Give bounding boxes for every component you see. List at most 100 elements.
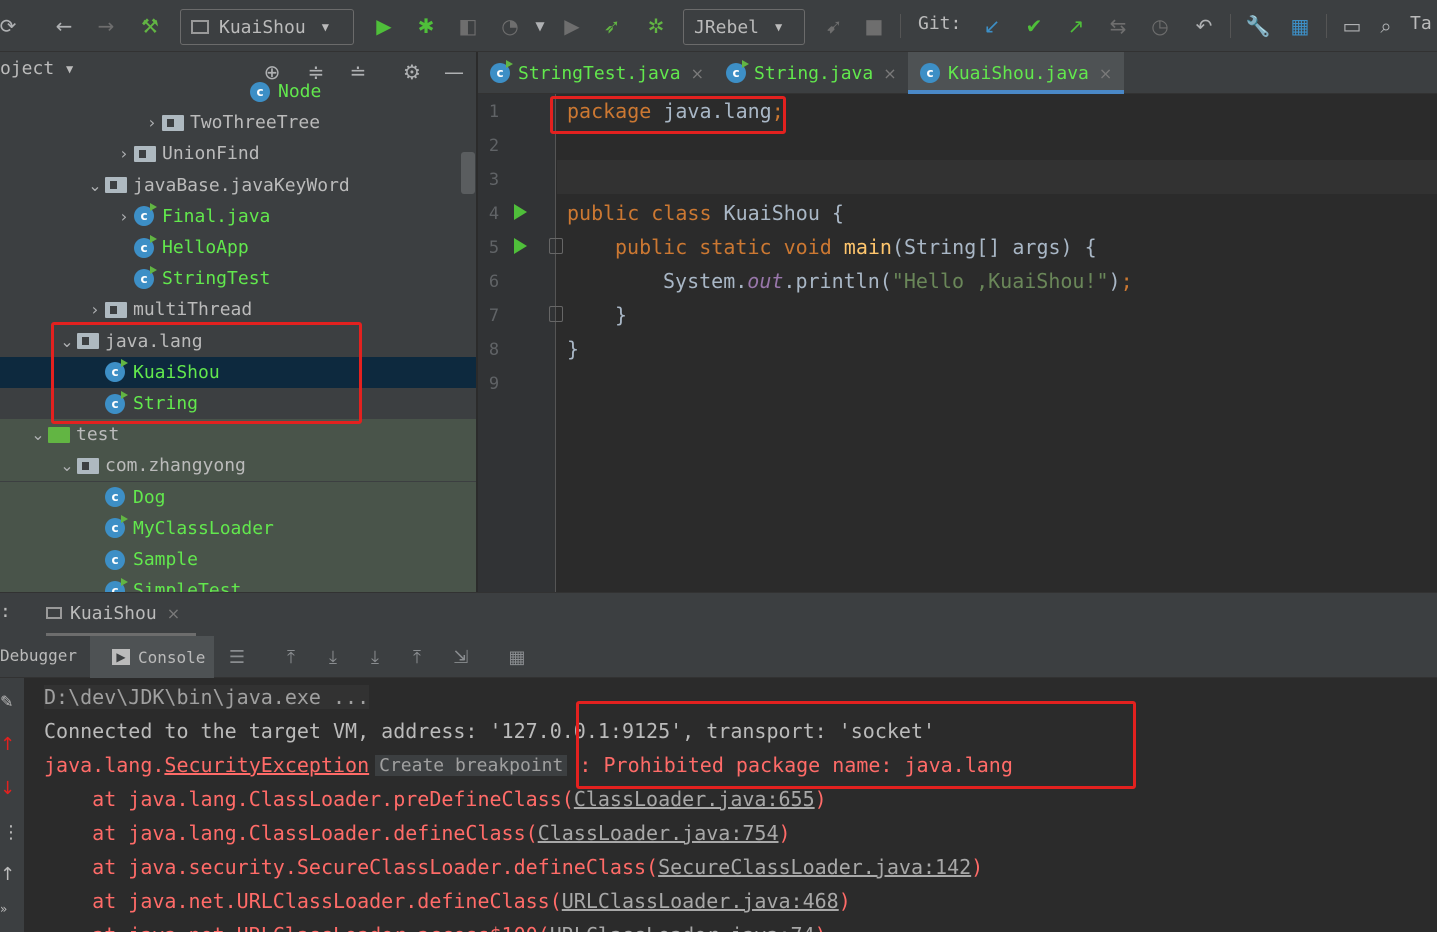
chevron-right-icon[interactable]: › bbox=[114, 207, 134, 226]
chevron-right-icon[interactable]: › bbox=[142, 113, 162, 132]
edit-icon[interactable]: ✎ bbox=[0, 692, 13, 711]
git-push-icon[interactable]: ↗ bbox=[1062, 12, 1090, 40]
attach-icon[interactable]: ➹ bbox=[820, 12, 848, 40]
tree-item[interactable]: c KuaiShou bbox=[0, 356, 476, 388]
fold-icon[interactable] bbox=[549, 238, 563, 254]
chevron-down-icon[interactable]: ⌄ bbox=[57, 332, 77, 351]
back-icon[interactable]: ← bbox=[50, 12, 78, 40]
close-icon[interactable]: × bbox=[691, 64, 704, 83]
tree-item[interactable]: ⌄ javaBase.javaKeyWord bbox=[0, 170, 476, 201]
tree-item[interactable]: › UnionFind bbox=[0, 138, 476, 169]
jrebel-run-icon[interactable]: ➶ bbox=[598, 12, 626, 40]
tree-item[interactable]: › TwoThreeTree bbox=[0, 107, 476, 138]
coverage-icon[interactable]: ◧ bbox=[454, 12, 482, 40]
show-execution-point-icon[interactable]: ⤒ bbox=[278, 644, 304, 670]
run-config-select[interactable]: KuaiShou ▼ bbox=[180, 9, 354, 45]
stack-link[interactable]: ClassLoader.java:754 bbox=[538, 821, 779, 845]
git-update-icon[interactable]: ↙ bbox=[978, 12, 1006, 40]
create-breakpoint-hint[interactable]: Create breakpoint bbox=[375, 754, 568, 776]
close-icon[interactable]: × bbox=[1099, 64, 1112, 83]
run-icon[interactable]: ▶ bbox=[370, 12, 398, 40]
up-icon[interactable]: ↑ bbox=[0, 734, 15, 755]
sync-icon[interactable]: ⟳ bbox=[0, 12, 22, 40]
build-hammer-icon[interactable]: ⚒ bbox=[136, 12, 164, 40]
stack-text: ) bbox=[814, 787, 827, 811]
evaluate-icon[interactable]: ▦ bbox=[504, 644, 530, 670]
stop-icon[interactable]: ■ bbox=[860, 12, 888, 40]
fold-icon[interactable] bbox=[549, 306, 563, 322]
tree-scrollbar[interactable] bbox=[461, 152, 475, 194]
tree-item[interactable]: c String bbox=[0, 388, 476, 419]
tab-kuaishou[interactable]: c KuaiShou.java × bbox=[908, 52, 1124, 94]
exception-link[interactable]: SecurityException bbox=[164, 753, 369, 777]
tree-item[interactable]: ⌄ com.zhangyong bbox=[0, 450, 476, 482]
tree-item[interactable]: ⌄ test bbox=[0, 419, 476, 451]
chevron-down-icon[interactable]: ⌄ bbox=[57, 456, 77, 475]
tree-item[interactable]: › c Final.java bbox=[0, 201, 476, 232]
close-icon[interactable]: × bbox=[167, 604, 180, 623]
chevron-down-icon: ▼ bbox=[775, 20, 783, 34]
code-text: .println( bbox=[783, 269, 892, 293]
stack-link[interactable]: URLClassLoader.java:74 bbox=[550, 923, 815, 932]
keyword: public class bbox=[567, 201, 712, 225]
git-commit-icon[interactable]: ✔ bbox=[1020, 12, 1048, 40]
search-icon[interactable]: ⌕ bbox=[1372, 12, 1400, 40]
wrench-icon[interactable]: 🔧 bbox=[1244, 12, 1272, 40]
java-class-icon: c bbox=[105, 515, 128, 539]
stack-link[interactable]: ClassLoader.java:655 bbox=[574, 787, 815, 811]
jrebel-debug-icon[interactable]: ✲ bbox=[642, 12, 670, 40]
tab-debugger[interactable]: Debugger bbox=[0, 646, 77, 665]
chevron-down-icon[interactable]: ▼ bbox=[66, 62, 73, 76]
expand-icon[interactable]: » bbox=[0, 902, 7, 916]
down-icon[interactable]: ↓ bbox=[0, 778, 15, 799]
close-icon[interactable]: × bbox=[883, 64, 896, 83]
debug-bug-icon[interactable]: ✱ bbox=[412, 12, 440, 40]
tree-item[interactable]: › multiThread bbox=[0, 294, 476, 325]
chevron-right-icon[interactable]: › bbox=[85, 300, 105, 319]
tree-item[interactable]: c HelloApp bbox=[0, 232, 476, 263]
run-gutter-icon[interactable] bbox=[514, 238, 527, 254]
step-into-icon[interactable]: ⤓ bbox=[362, 644, 388, 670]
tree-item-label: com.zhangyong bbox=[105, 455, 246, 477]
tree-item[interactable]: ⌄ java.lang bbox=[0, 326, 476, 357]
chevron-down-icon[interactable]: ⌄ bbox=[28, 425, 48, 444]
profile-dropdown-icon[interactable]: ▼ bbox=[526, 12, 554, 40]
step-over-icon[interactable]: ⤓ bbox=[320, 644, 346, 670]
tree-item[interactable]: c SimpleTest bbox=[0, 575, 476, 592]
tab-stringtest[interactable]: c StringTest.java × bbox=[478, 52, 710, 94]
profile-icon[interactable]: ◔ bbox=[496, 12, 524, 40]
console-line: Connected to the target VM, address: '12… bbox=[44, 714, 935, 748]
tree-item-label: javaBase.javaKeyWord bbox=[133, 174, 350, 196]
run-config-label: KuaiShou bbox=[219, 16, 306, 38]
chevron-down-icon[interactable]: ⌄ bbox=[85, 176, 105, 195]
export-icon[interactable]: ↑ bbox=[0, 864, 15, 885]
more-icon[interactable]: ⋮ bbox=[2, 822, 20, 843]
stack-link[interactable]: URLClassLoader.java:468 bbox=[562, 889, 839, 913]
tree-item[interactable]: c StringTest bbox=[0, 263, 476, 294]
run-to-cursor-icon[interactable]: ⇲ bbox=[448, 644, 474, 670]
forward-icon[interactable]: → bbox=[92, 12, 120, 40]
menu-icon[interactable]: ☰ bbox=[224, 644, 250, 670]
code-line-4: public class KuaiShou { bbox=[567, 196, 844, 230]
tab-string[interactable]: c String.java × bbox=[714, 52, 906, 94]
project-structure-icon[interactable]: ▦ bbox=[1286, 12, 1314, 40]
stack-link[interactable]: SecureClassLoader.java:142 bbox=[658, 855, 971, 879]
history-icon[interactable]: ◷ bbox=[1146, 12, 1174, 40]
rollback-icon[interactable]: ↶ bbox=[1190, 12, 1218, 40]
git-compare-icon[interactable]: ⇆ bbox=[1104, 12, 1132, 40]
jrebel-select[interactable]: JRebel ▼ bbox=[683, 9, 805, 45]
package-name: java.lang bbox=[651, 99, 772, 123]
console-output[interactable]: D:\dev\JDK\bin\java.exe ... Connected to… bbox=[24, 678, 1437, 932]
tree-item[interactable]: c Sample bbox=[0, 544, 476, 575]
run-gutter-icon[interactable] bbox=[514, 204, 527, 220]
presentation-icon[interactable]: ▭ bbox=[1338, 12, 1366, 40]
tree-item[interactable]: c MyClassLoader bbox=[0, 512, 476, 544]
code-editor[interactable]: 1 2 3 4 5 6 7 8 9 package java.lang; public clas… bbox=[478, 94, 1437, 592]
stop-run-icon[interactable]: ▶ bbox=[558, 12, 586, 40]
tab-run-kuaishou[interactable]: KuaiShou × bbox=[46, 593, 196, 637]
chevron-right-icon[interactable]: › bbox=[114, 144, 134, 163]
tab-console[interactable]: ▶ Console bbox=[90, 636, 214, 678]
step-out-icon[interactable]: ⤒ bbox=[404, 644, 430, 670]
tree-item[interactable]: c Dog bbox=[0, 481, 476, 513]
tree-item[interactable]: c Node bbox=[0, 76, 476, 107]
